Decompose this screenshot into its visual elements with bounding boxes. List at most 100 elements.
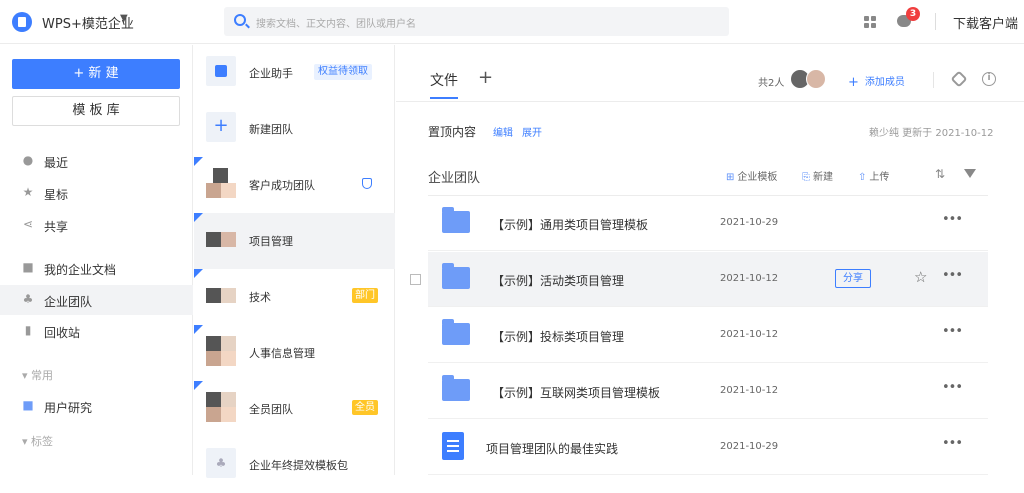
row-checkbox[interactable] (410, 274, 421, 285)
sidebar-item-shared[interactable]: ⋖ 共享 (0, 210, 193, 240)
divider (396, 101, 1024, 102)
file-title[interactable]: 【示例】互联网类项目管理模板 (492, 384, 660, 401)
file-date: 2021-10-12 (720, 385, 779, 396)
file-date: 2021-10-12 (720, 273, 779, 284)
team-avatar (206, 280, 236, 310)
new-file-button[interactable]: ⎘ 新建 (802, 168, 833, 183)
table-row[interactable]: 项目管理团队的最佳实践 2021-10-29 ••• (428, 420, 988, 475)
table-row[interactable]: 【示例】活动类项目管理 2021-10-12 分享 ☆ ••• (410, 252, 988, 307)
divider (933, 72, 934, 88)
team-item[interactable]: 人事信息管理 (194, 325, 395, 381)
search-bar[interactable]: 搜索文档、正文内容、团队或用户名 (224, 7, 729, 36)
sidebar-item-label: 回收站 (44, 326, 81, 340)
template-library-button[interactable]: 模 板 库 (12, 96, 180, 126)
main-panel: 文件 + 共2人 + 添加成员 i 置顶内容 编辑 展开 赖少纯 更新于 2021… (396, 45, 1024, 475)
upload-button[interactable]: ⇧ 上传 (858, 168, 889, 183)
sort-icon[interactable]: ⇅ (935, 167, 945, 181)
new-marker (194, 325, 203, 334)
new-label: 新建 (813, 172, 833, 183)
star-icon: ★ (22, 185, 34, 199)
plus-icon: + (848, 75, 859, 90)
assistant-icon (215, 65, 227, 77)
wps-logo-icon[interactable] (12, 12, 32, 32)
team-item[interactable]: 全员团队 全员 (194, 381, 395, 437)
new-marker (194, 157, 203, 166)
file-title[interactable]: 【示例】通用类项目管理模板 (492, 216, 648, 233)
chevron-down-icon[interactable]: ▼ (120, 13, 128, 24)
sidebar-item-user-research[interactable]: ■ 用户研究 (0, 391, 193, 421)
sidebar-item-label: 用户研究 (44, 401, 93, 415)
pinned-edit-link[interactable]: 编辑 (493, 124, 513, 139)
folder-icon (442, 207, 470, 233)
file-title[interactable]: 项目管理团队的最佳实践 (486, 440, 618, 457)
download-client-link[interactable]: 下载客户端 (953, 13, 1018, 32)
more-icon[interactable]: ••• (942, 268, 963, 283)
top-bar: WPS+模范企业 ▼ 搜索文档、正文内容、团队或用户名 3 下载客户端 (0, 0, 1024, 44)
search-input[interactable]: 搜索文档、正文内容、团队或用户名 (256, 15, 416, 30)
sidebar: + 新 建 模 板 库 ● 最近 ★ 星标 ⋖ 共享 ■ 我的企业文档 ♣ 企业… (0, 45, 193, 475)
sidebar-item-trash[interactable]: ▮ 回收站 (0, 316, 193, 346)
section-title: 企业团队 (428, 171, 481, 186)
apps-grid-icon[interactable] (864, 16, 876, 28)
sidebar-item-recent[interactable]: ● 最近 (0, 146, 193, 176)
sidebar-item-starred[interactable]: ★ 星标 (0, 178, 193, 208)
active-tab-indicator (430, 97, 458, 99)
section-tags-header[interactable]: ▾ 标签 (22, 433, 53, 449)
filter-icon[interactable] (964, 169, 976, 178)
new-team-button[interactable]: + 新建团队 (194, 101, 395, 157)
more-icon[interactable]: ••• (942, 380, 963, 395)
team-item[interactable]: 客户成功团队 (194, 157, 395, 213)
section-tags-label: 标签 (31, 435, 54, 448)
add-member-button[interactable]: + 添加成员 (848, 73, 905, 90)
new-file-icon: ⎘ (802, 172, 810, 183)
document-icon (442, 432, 464, 460)
team-avatar (206, 168, 236, 198)
sidebar-item-my-docs[interactable]: ■ 我的企业文档 (0, 253, 193, 283)
table-row[interactable]: 【示例】互联网类项目管理模板 2021-10-12 ••• (428, 364, 988, 419)
template-label: 企业模板 (737, 172, 778, 183)
team-name: 全员团队 (249, 403, 293, 416)
file-date: 2021-10-12 (720, 329, 779, 340)
more-icon[interactable]: ••• (942, 324, 963, 339)
gear-icon[interactable] (950, 70, 968, 88)
team-item[interactable]: 项目管理 (194, 213, 395, 269)
sidebar-item-label: 最近 (44, 156, 69, 170)
folder-icon (442, 319, 470, 345)
share-button[interactable]: 分享 (835, 269, 871, 288)
team-item[interactable]: ♣ 企业年终提效模板包 (194, 437, 395, 493)
team-name: 企业年终提效模板包 (249, 459, 348, 472)
upload-icon: ⇧ (858, 172, 867, 183)
trash-icon: ▮ (24, 323, 32, 337)
enterprise-template-button[interactable]: ⊞ 企业模板 (726, 168, 777, 183)
new-button[interactable]: + 新 建 (12, 59, 180, 89)
avatar[interactable] (806, 69, 826, 89)
more-icon[interactable]: ••• (942, 212, 963, 227)
search-icon (234, 14, 246, 26)
tab-files[interactable]: 文件 (430, 70, 458, 90)
section-common-header[interactable]: ▾ 常用 (22, 367, 53, 383)
team-item-assistant[interactable]: 企业助手 权益待领取 (194, 45, 395, 101)
team-icon: ♣ (22, 292, 34, 306)
folder-icon: ■ (22, 398, 34, 412)
shield-icon (362, 178, 372, 189)
benefit-tag[interactable]: 权益待领取 (314, 64, 372, 80)
new-marker (194, 381, 203, 390)
pinned-title: 置顶内容 (428, 125, 477, 139)
sidebar-item-enterprise-team[interactable]: ♣ 企业团队 (0, 285, 193, 315)
more-icon[interactable]: ••• (942, 436, 963, 451)
team-item[interactable]: 技术 部门 (194, 269, 395, 325)
file-title[interactable]: 【示例】活动类项目管理 (492, 272, 624, 289)
table-row[interactable]: 【示例】通用类项目管理模板 2021-10-29 ••• (428, 196, 988, 251)
sidebar-item-label: 我的企业文档 (44, 263, 117, 277)
pinned-expand-link[interactable]: 展开 (522, 124, 542, 139)
star-icon[interactable]: ☆ (914, 268, 927, 286)
team-name: 人事信息管理 (249, 347, 315, 360)
info-icon[interactable]: i (982, 72, 996, 86)
add-tab-button[interactable]: + (478, 67, 493, 88)
file-title[interactable]: 【示例】投标类项目管理 (492, 328, 624, 345)
table-row[interactable]: 【示例】投标类项目管理 2021-10-12 ••• (428, 308, 988, 363)
team-name: 项目管理 (249, 235, 293, 248)
clock-icon: ● (22, 153, 34, 167)
team-group-icon: ♣ (206, 448, 236, 478)
member-count: 共2人 (758, 78, 785, 89)
